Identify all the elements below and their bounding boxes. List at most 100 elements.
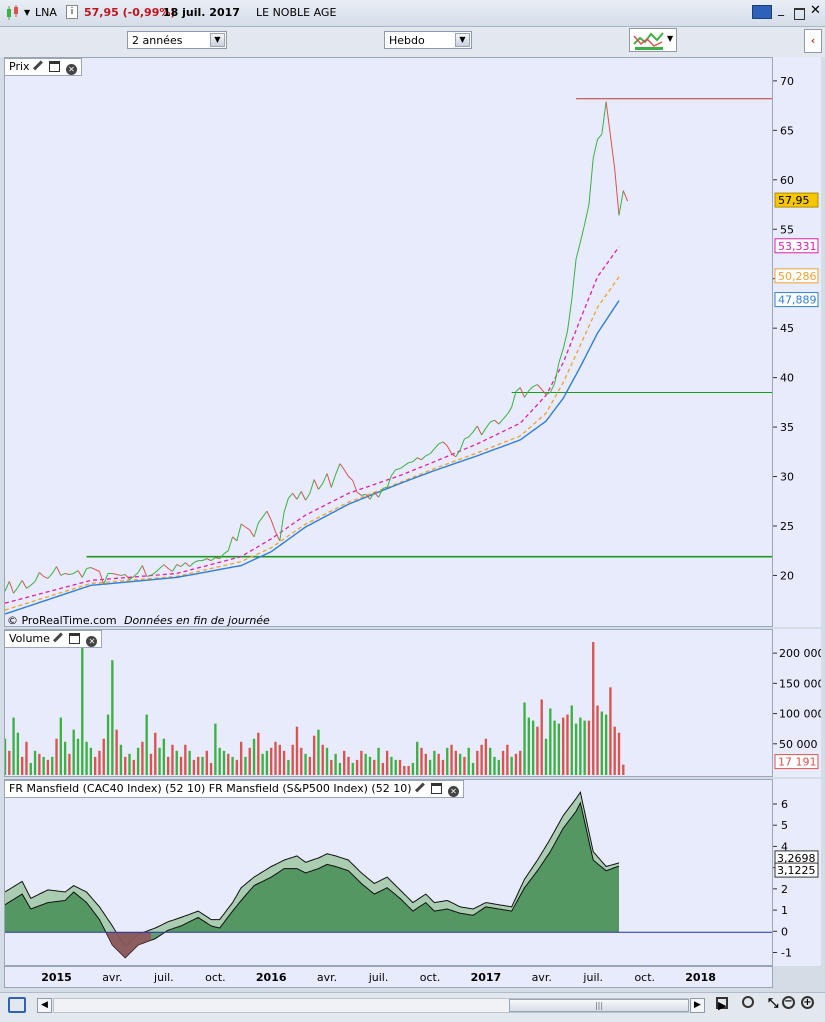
period-select[interactable]: 2 années ▼ <box>127 31 227 49</box>
title-bar: ▼ LNA i 57,95 (-0,99%) 18 juil. 2017 LE … <box>0 0 825 27</box>
scroll-right-button[interactable]: ▶ <box>690 998 705 1013</box>
wrench-icon[interactable] <box>415 782 428 795</box>
wrench-icon[interactable] <box>33 60 46 73</box>
volume-bar <box>282 750 286 775</box>
price-panel <box>4 57 773 627</box>
window-icon[interactable] <box>68 633 80 644</box>
volume-bar <box>81 645 84 775</box>
zoom-fit-icon[interactable]: ▶ <box>716 997 728 1012</box>
candlestick-icon[interactable] <box>6 5 20 21</box>
volume-chart <box>5 642 625 775</box>
chevron-down-icon[interactable]: ▼ <box>210 33 225 47</box>
volume-bar <box>527 717 531 775</box>
price-segment <box>554 362 560 384</box>
volume-bar <box>312 735 316 775</box>
window-icon[interactable] <box>48 61 60 72</box>
price-segment <box>412 457 418 463</box>
price-segment <box>39 572 44 577</box>
volume-bar <box>416 741 419 775</box>
volume-bar <box>467 747 470 775</box>
price-change: 57,95 (-0,99%) <box>84 6 176 19</box>
zoom-in-icon[interactable]: + <box>801 996 814 1009</box>
volume-bar <box>501 750 505 775</box>
price-tick-label: 60 <box>780 174 794 187</box>
scroll-thumb[interactable]: ||| <box>509 999 689 1012</box>
price-tick-label: 70 <box>780 75 794 88</box>
volume-bar <box>222 750 226 775</box>
copyright-text: © ProRealTime.com <box>7 614 117 627</box>
chevron-down-icon[interactable]: ▼ <box>455 33 470 47</box>
volume-bar <box>184 744 187 775</box>
chart-type-button[interactable]: ▼ <box>629 28 677 52</box>
volume-bar <box>55 738 58 775</box>
volume-bar <box>51 756 54 775</box>
volume-bar <box>579 717 582 775</box>
price-segment <box>262 510 268 518</box>
price-segment <box>614 168 620 216</box>
price-segment <box>172 564 178 572</box>
price-segment <box>515 387 521 392</box>
volume-bar <box>85 741 88 775</box>
interval-select[interactable]: Hebdo ▼ <box>384 31 472 49</box>
volume-bar <box>622 764 625 775</box>
volume-bar <box>321 744 324 775</box>
price-segment <box>26 584 32 589</box>
toolbar: 2 années ▼ Hebdo ▼ ▼ ‹ <box>0 27 825 57</box>
minimize-icon[interactable]: _ <box>778 2 784 16</box>
volume-bar <box>295 726 299 775</box>
volume-bar <box>407 765 410 775</box>
close-icon[interactable]: ✕ <box>810 3 821 18</box>
close-panel-icon[interactable]: ✕ <box>86 636 98 647</box>
volume-bar <box>209 762 213 775</box>
volume-bar <box>562 717 565 775</box>
price-segment <box>81 568 88 578</box>
data-note: Données en fin de journée <box>124 614 270 627</box>
price-segment <box>86 567 91 570</box>
price-tick-label: 30 <box>780 471 794 484</box>
volume-bar <box>523 702 526 775</box>
volume-bar <box>274 741 277 775</box>
price-segment <box>433 443 440 450</box>
price-segment <box>481 427 487 436</box>
side-panel-toggle-icon[interactable]: ‹ <box>804 29 822 53</box>
close-panel-icon[interactable]: ✕ <box>448 786 460 797</box>
ticker-label[interactable]: LNA <box>35 6 57 19</box>
zoom-auto-icon[interactable] <box>742 996 754 1008</box>
volume-bar <box>136 747 140 775</box>
price-segment <box>468 431 474 438</box>
zoom-reset-icon[interactable]: ⤡ <box>768 996 778 1011</box>
price-segment <box>236 523 242 541</box>
wrench-icon[interactable] <box>53 632 66 645</box>
price-tick-label: 20 <box>780 569 794 582</box>
volume-bar <box>154 732 157 775</box>
volume-bar <box>25 741 28 775</box>
volume-bar <box>510 756 513 775</box>
price-segment <box>43 575 49 579</box>
maximize-icon[interactable] <box>794 8 805 20</box>
info-icon[interactable]: i <box>66 5 78 19</box>
window-icon[interactable] <box>430 783 442 794</box>
scroll-track[interactable]: ||| <box>53 998 689 1013</box>
price-segment <box>489 419 495 423</box>
chevron-down-icon[interactable]: ▼ <box>667 34 673 43</box>
zoom-out-icon[interactable]: − <box>782 996 795 1009</box>
volume-bar <box>102 738 105 775</box>
price-segment <box>305 493 311 501</box>
price-segment <box>425 453 431 457</box>
price-segment <box>322 473 328 484</box>
volume-bar <box>549 708 552 775</box>
scroll-left-button[interactable]: ◀ <box>37 998 52 1013</box>
price-segment <box>176 564 182 567</box>
company-name: LE NOBLE AGE <box>256 6 337 19</box>
close-panel-icon[interactable]: ✕ <box>66 64 78 75</box>
price-segment <box>408 461 414 464</box>
keyboard-icon[interactable] <box>752 5 772 19</box>
price-segment <box>575 241 581 260</box>
dropdown-arrow-icon[interactable]: ▼ <box>24 8 30 17</box>
price-segment <box>116 573 122 576</box>
price-segment <box>549 383 556 393</box>
volume-bar <box>265 750 269 775</box>
price-segment <box>356 491 362 496</box>
screenshot-icon[interactable] <box>8 997 26 1013</box>
volume-bar <box>355 759 359 775</box>
